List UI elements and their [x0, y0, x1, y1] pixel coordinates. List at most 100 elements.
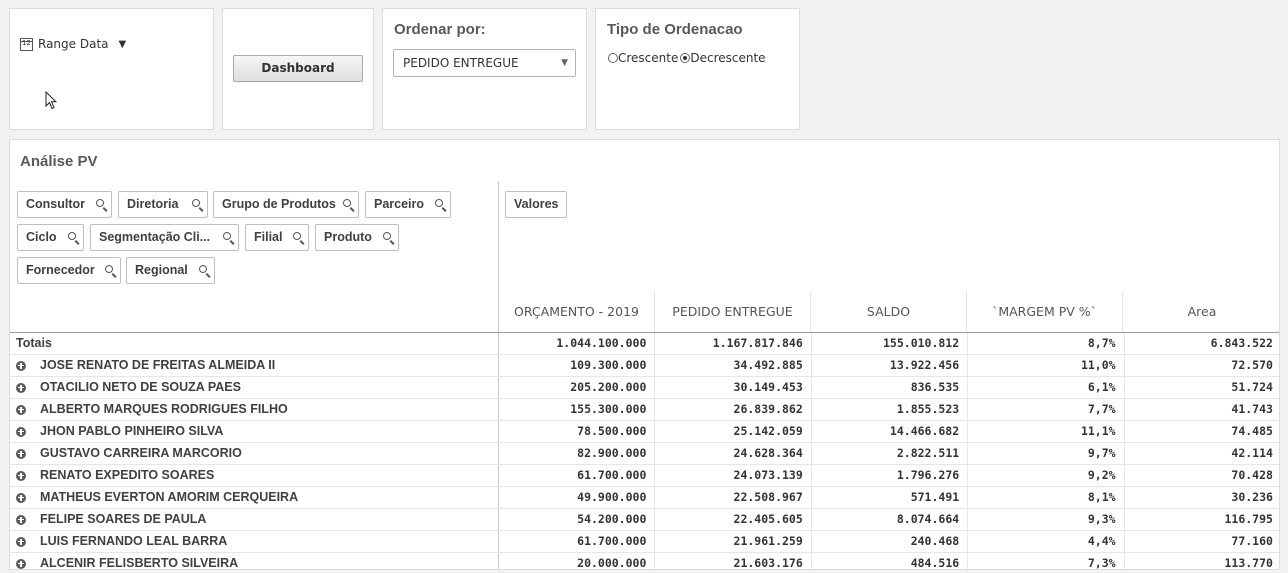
expand-plus-icon[interactable]: [16, 404, 26, 415]
value-cell: 836.535: [812, 377, 969, 398]
value-cell: 21.961.259: [655, 531, 812, 552]
dimension-chip-parceiro[interactable]: Parceiro: [365, 191, 451, 218]
search-icon[interactable]: [223, 232, 231, 240]
value-cell: 6,1%: [968, 377, 1125, 398]
dashboard-button[interactable]: Dashboard: [233, 55, 363, 82]
order-type-title: Tipo de Ordenacao: [607, 21, 743, 38]
search-icon[interactable]: [68, 232, 76, 240]
row-name-cell: GUSTAVO CARREIRA MARCORIO: [10, 443, 499, 464]
dropdown-arrow-icon: ▼: [561, 58, 568, 68]
value-cell: 54.200.000: [499, 509, 656, 530]
range-data-panel: 12 Range Data ▼: [9, 8, 214, 130]
expand-plus-icon[interactable]: [16, 470, 26, 481]
order-by-panel: Ordenar por: PEDIDO ENTREGUE ▼: [382, 8, 587, 130]
search-icon[interactable]: [383, 232, 391, 240]
search-icon[interactable]: [435, 199, 443, 207]
value-cell: 7,3%: [968, 553, 1125, 569]
order-by-select[interactable]: PEDIDO ENTREGUE ▼: [393, 49, 576, 77]
row-name-cell: FELIPE SOARES DE PAULA: [10, 509, 499, 530]
radio-decrescente[interactable]: [680, 53, 691, 63]
value-cell: 7,7%: [968, 399, 1125, 420]
dimension-chip-fornecedor[interactable]: Fornecedor: [17, 257, 121, 284]
radio-crescente[interactable]: [608, 53, 618, 63]
value-cell: 2.822.511: [812, 443, 969, 464]
dimension-chip-diretoria[interactable]: Diretoria: [118, 191, 208, 218]
dimension-chip-segmentacao-cliente[interactable]: Segmentação Cli...: [90, 224, 239, 251]
value-cell: 42.114: [1231, 446, 1273, 460]
chip-label: Produto: [324, 230, 372, 244]
column-header[interactable]: SALDO: [811, 292, 967, 332]
row-name: ALBERTO MARQUES RODRIGUES FILHO: [40, 402, 288, 416]
search-icon[interactable]: [96, 199, 104, 207]
chip-label: Filial: [254, 230, 283, 244]
table-row: RENATO EXPEDITO SOARES 61.700.000 24.073.1…: [10, 465, 1279, 487]
expand-plus-icon[interactable]: [16, 492, 26, 503]
dimension-chip-filial[interactable]: Filial: [245, 224, 309, 251]
radio-crescente-label[interactable]: Crescente: [618, 51, 678, 65]
values-chip[interactable]: Valores: [505, 191, 567, 218]
value-cell: 11,0%: [968, 355, 1125, 376]
dimension-chip-produto[interactable]: Produto: [315, 224, 399, 251]
expand-plus-icon[interactable]: [16, 514, 26, 525]
dimension-chip-ciclo[interactable]: Ciclo: [17, 224, 84, 251]
totals-label: Totais: [10, 333, 499, 354]
row-name: OTACILIO NETO DE SOUZA PAES: [40, 380, 241, 394]
column-header-row: ORÇAMENTO - 2019 PEDIDO ENTREGUE SALDO `…: [499, 292, 1279, 332]
dimension-chip-consultor[interactable]: Consultor: [17, 191, 112, 218]
value-cell: 41.743: [1231, 402, 1273, 416]
row-name-cell: ALBERTO MARQUES RODRIGUES FILHO: [10, 399, 499, 420]
row-name: JHON PABLO PINHEIRO SILVA: [40, 424, 224, 438]
search-icon[interactable]: [199, 265, 207, 273]
column-header[interactable]: ORÇAMENTO - 2019: [499, 292, 655, 332]
row-name: LUIS FERNANDO LEAL BARRA: [40, 534, 228, 548]
row-name: GUSTAVO CARREIRA MARCORIO: [40, 446, 242, 460]
chip-label: Segmentação Cli...: [99, 230, 211, 244]
expand-plus-icon[interactable]: [16, 558, 26, 569]
row-name: MATHEUS EVERTON AMORIM CERQUEIRA: [40, 490, 299, 504]
value-cell: 113.770: [1224, 556, 1273, 570]
table-row: ALCENIR FELISBERTO SILVEIRA 20.000.000 21.…: [10, 553, 1279, 570]
value-cell: 8.074.664: [812, 509, 969, 530]
search-icon[interactable]: [293, 232, 301, 240]
value-cell: 4,4%: [968, 531, 1125, 552]
value-cell: 70.428: [1231, 468, 1273, 482]
value-cell: 51.724: [1231, 380, 1273, 394]
value-cell: 240.468: [812, 531, 969, 552]
chip-label: Parceiro: [374, 197, 425, 211]
expand-plus-icon[interactable]: [16, 536, 26, 547]
value-cell: 74.485: [1231, 424, 1273, 438]
dimension-area: Consultor Diretoria Grupo de Produtos Pa…: [10, 181, 499, 332]
totals-cell: 1.044.100.000: [499, 333, 656, 354]
expand-plus-icon[interactable]: [16, 382, 26, 393]
column-header[interactable]: Area: [1123, 292, 1279, 332]
value-cell: 24.073.139: [655, 465, 812, 486]
value-cell: 571.491: [812, 487, 969, 508]
totals-row: Totais 1.044.100.000 1.167.817.846 155.0…: [10, 333, 1279, 355]
row-name: FELIPE SOARES DE PAULA: [40, 512, 207, 526]
value-cell: 61.700.000: [499, 465, 656, 486]
value-cell: 109.300.000: [499, 355, 656, 376]
column-header[interactable]: PEDIDO ENTREGUE: [655, 292, 811, 332]
search-icon[interactable]: [105, 265, 113, 273]
column-header[interactable]: `MARGEM PV %`: [967, 292, 1123, 332]
expand-plus-icon[interactable]: [16, 426, 26, 437]
value-cell: 9,3%: [968, 509, 1125, 530]
totals-cell: 8,7%: [968, 333, 1125, 354]
values-area: Valores: [499, 181, 1279, 292]
search-icon[interactable]: [192, 199, 200, 207]
search-icon[interactable]: [343, 199, 351, 207]
value-cell: 34.492.885: [655, 355, 812, 376]
radio-decrescente-label[interactable]: Decrescente: [690, 51, 765, 65]
value-cell: 1.796.276: [812, 465, 969, 486]
dimension-chip-regional[interactable]: Regional: [126, 257, 215, 284]
row-name-cell: LUIS FERNANDO LEAL BARRA: [10, 531, 499, 552]
table-row: FELIPE SOARES DE PAULA 54.200.000 22.405.6…: [10, 509, 1279, 531]
dimension-chip-grupo-de-produtos[interactable]: Grupo de Produtos: [213, 191, 359, 218]
totals-cell: 6.843.522: [1210, 336, 1273, 350]
expand-plus-icon[interactable]: [16, 360, 26, 371]
row-name: JOSE RENATO DE FREITAS ALMEIDA II: [40, 358, 276, 372]
expand-plus-icon[interactable]: [16, 448, 26, 459]
range-data-dropdown[interactable]: 12 Range Data ▼: [20, 37, 126, 51]
value-cell: 116.795: [1224, 512, 1273, 526]
calendar-icon: 12: [20, 37, 33, 51]
